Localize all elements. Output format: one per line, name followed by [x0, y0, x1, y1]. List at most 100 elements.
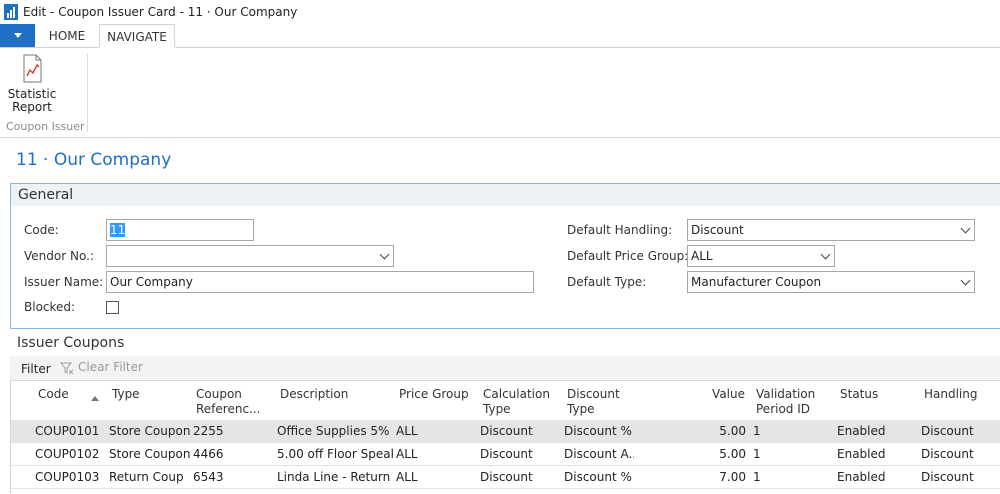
column-header-value[interactable]: Value [691, 387, 745, 402]
cell-handling: Discount [921, 424, 974, 438]
report-chart-icon [23, 54, 42, 83]
default-price-group-value: ALL [691, 249, 713, 263]
table-row[interactable]: COUP0101 Store Coupon 2255 Office Suppli… [11, 420, 1000, 443]
cell-description: 5.00 off Floor Speak [277, 447, 393, 461]
chevron-down-icon [14, 33, 22, 38]
cell-value: 5.00 [719, 447, 746, 461]
statistic-report-button[interactable]: Statistic Report [6, 54, 58, 118]
blocked-label: Blocked: [24, 300, 76, 314]
clear-filter-icon [59, 362, 74, 374]
default-type-field[interactable]: Manufacturer Coupon [687, 271, 975, 293]
ribbon-group-label: Coupon Issuer [6, 120, 85, 133]
cell-price-group: ALL [396, 470, 418, 484]
cell-calculation-type: Discount [480, 470, 533, 484]
cell-status: Enabled [837, 447, 886, 461]
chevron-down-icon[interactable] [379, 249, 390, 260]
cell-discount-type: Discount A... [564, 447, 634, 461]
clear-filter-label: Clear Filter [78, 360, 143, 374]
cell-description: Office Supplies 5% [277, 424, 390, 438]
cell-validation-period-id: 1 [753, 424, 761, 438]
cell-value: 5.00 [719, 424, 746, 438]
column-header-calculation-type-line1: Calculation [483, 387, 550, 401]
vendor-no-field[interactable] [106, 245, 394, 267]
cell-calculation-type: Discount [480, 424, 533, 438]
cell-type: Return Coup [109, 470, 184, 484]
column-header-handling[interactable]: Handling [924, 387, 978, 402]
clear-filter-button[interactable]: Clear Filter [59, 360, 143, 375]
statistic-report-label-line2: Report [12, 100, 52, 114]
column-header-validation-period-id[interactable]: Validation Period ID [756, 387, 815, 417]
default-price-group-label: Default Price Group: [567, 249, 689, 263]
ribbon-body: Statistic Report Coupon Issuer [0, 48, 1000, 138]
issuer-coupons-grid: Code Type Coupon Referenc... Description… [10, 380, 1000, 494]
code-field[interactable]: 11 [106, 219, 254, 241]
column-header-code[interactable]: Code [38, 387, 69, 402]
chevron-down-icon[interactable] [820, 249, 831, 260]
default-handling-label: Default Handling: [567, 223, 673, 237]
cell-calculation-type: Discount [480, 447, 533, 461]
cell-value: 7.00 [719, 470, 746, 484]
column-header-discount-type-line2: Type [567, 402, 595, 416]
column-header-coupon-reference-line1: Coupon [196, 387, 242, 401]
sort-ascending-icon [91, 396, 99, 401]
column-header-coupon-reference[interactable]: Coupon Referenc... [196, 387, 261, 417]
application-menu-button[interactable] [0, 24, 35, 47]
cell-validation-period-id: 1 [753, 447, 761, 461]
table-row[interactable]: COUP0103 Return Coup 6543 Linda Line - R… [11, 466, 1000, 489]
cell-coupon-reference: 6543 [193, 470, 224, 484]
cell-code: COUP0101 [35, 424, 100, 438]
default-price-group-field[interactable]: ALL [687, 245, 835, 267]
filter-button[interactable]: Filter [21, 362, 51, 376]
cell-handling: Discount [921, 470, 974, 484]
column-header-discount-type[interactable]: Discount Type [567, 387, 620, 417]
general-section-header[interactable]: General [11, 184, 1000, 206]
column-header-calculation-type[interactable]: Calculation Type [483, 387, 550, 417]
code-label: Code: [24, 223, 59, 237]
ribbon-tabs: HOME NAVIGATE [0, 24, 1000, 48]
cell-type: Store Coupon [109, 447, 191, 461]
cell-price-group: ALL [396, 424, 418, 438]
column-header-calculation-type-line2: Type [483, 402, 511, 416]
chevron-down-icon[interactable] [960, 275, 971, 286]
default-handling-field[interactable]: Discount [687, 219, 975, 241]
ribbon-group-divider [87, 54, 88, 132]
table-row[interactable]: COUP0102 Store Coupon 4466 5.00 off Floo… [11, 443, 1000, 466]
issuer-coupons-title[interactable]: Issuer Coupons [17, 335, 124, 351]
vendor-no-label: Vendor No.: [24, 249, 94, 263]
cell-code: COUP0102 [35, 447, 100, 461]
chevron-down-icon[interactable] [960, 223, 971, 234]
cell-type: Store Coupon [109, 424, 191, 438]
cell-coupon-reference: 2255 [193, 424, 224, 438]
cell-discount-type: Discount % [564, 470, 632, 484]
column-header-price-group[interactable]: Price Group [399, 387, 469, 402]
column-header-validation-period-id-line1: Validation [756, 387, 816, 401]
code-value: 11 [110, 223, 126, 237]
app-logo-icon [4, 4, 18, 20]
issuer-name-field[interactable]: Our Company [106, 271, 534, 293]
general-section-title: General [18, 187, 74, 203]
cell-validation-period-id: 1 [753, 470, 761, 484]
cell-status: Enabled [837, 470, 886, 484]
column-header-type[interactable]: Type [112, 387, 140, 402]
blocked-checkbox[interactable] [106, 301, 119, 314]
title-bar: Edit - Coupon Issuer Card - 11 · Our Com… [0, 0, 1000, 24]
tab-home[interactable]: HOME [38, 24, 96, 48]
column-header-discount-type-line1: Discount [567, 387, 620, 401]
cell-status: Enabled [837, 424, 886, 438]
default-type-value: Manufacturer Coupon [691, 275, 822, 289]
column-header-description[interactable]: Description [280, 387, 348, 402]
cell-coupon-reference: 4466 [193, 447, 224, 461]
column-header-validation-period-id-line2: Period ID [756, 402, 811, 416]
page-title: 11 · Our Company [16, 150, 172, 170]
filter-bar: Filter Clear Filter [10, 356, 1000, 380]
cell-handling: Discount [921, 447, 974, 461]
column-header-status[interactable]: Status [840, 387, 878, 402]
cell-description: Linda Line - Return ... [277, 470, 393, 484]
default-type-label: Default Type: [567, 275, 647, 289]
general-section: General Code: 11 Vendor No.: Issuer Name… [10, 183, 1000, 329]
cell-code: COUP0103 [35, 470, 100, 484]
issuer-name-value: Our Company [110, 275, 193, 289]
tab-navigate[interactable]: NAVIGATE [99, 24, 175, 48]
cell-price-group: ALL [396, 447, 418, 461]
default-handling-value: Discount [691, 223, 744, 237]
